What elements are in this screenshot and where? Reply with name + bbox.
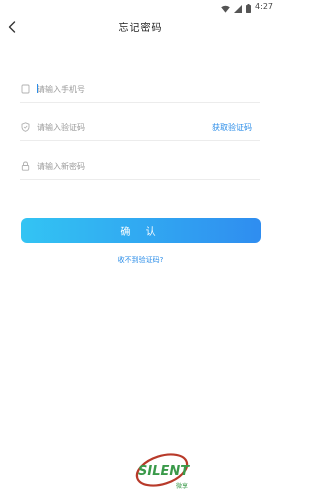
text-caret <box>37 84 38 93</box>
nav-bar: 忘记密码 <box>0 14 281 44</box>
page-title: 忘记密码 <box>118 23 163 34</box>
code-input[interactable] <box>37 120 207 134</box>
phone-input[interactable] <box>37 82 207 96</box>
watermark-logo: SILENT 微享 <box>130 448 210 492</box>
status-bar: 4:27 <box>0 0 281 14</box>
svg-text:SILENT: SILENT <box>138 464 190 479</box>
phone-icon <box>20 84 30 94</box>
get-code-button[interactable]: 获取验证码 <box>212 122 252 133</box>
phone-row <box>20 78 260 103</box>
svg-text:微享: 微享 <box>176 482 188 490</box>
lock-icon <box>20 161 30 171</box>
confirm-button[interactable]: 确 认 <box>21 218 261 243</box>
new-password-input[interactable] <box>37 159 207 173</box>
shield-icon <box>20 122 30 132</box>
no-code-link[interactable]: 收不到验证码? <box>0 255 281 265</box>
status-icons: 4:27 <box>221 2 273 13</box>
status-time: 4:27 <box>255 2 273 11</box>
forgot-password-screen: 4:27 忘记密码 获取验证 <box>0 0 281 500</box>
code-row: 获取验证码 <box>20 116 260 141</box>
new-password-row <box>20 155 260 180</box>
